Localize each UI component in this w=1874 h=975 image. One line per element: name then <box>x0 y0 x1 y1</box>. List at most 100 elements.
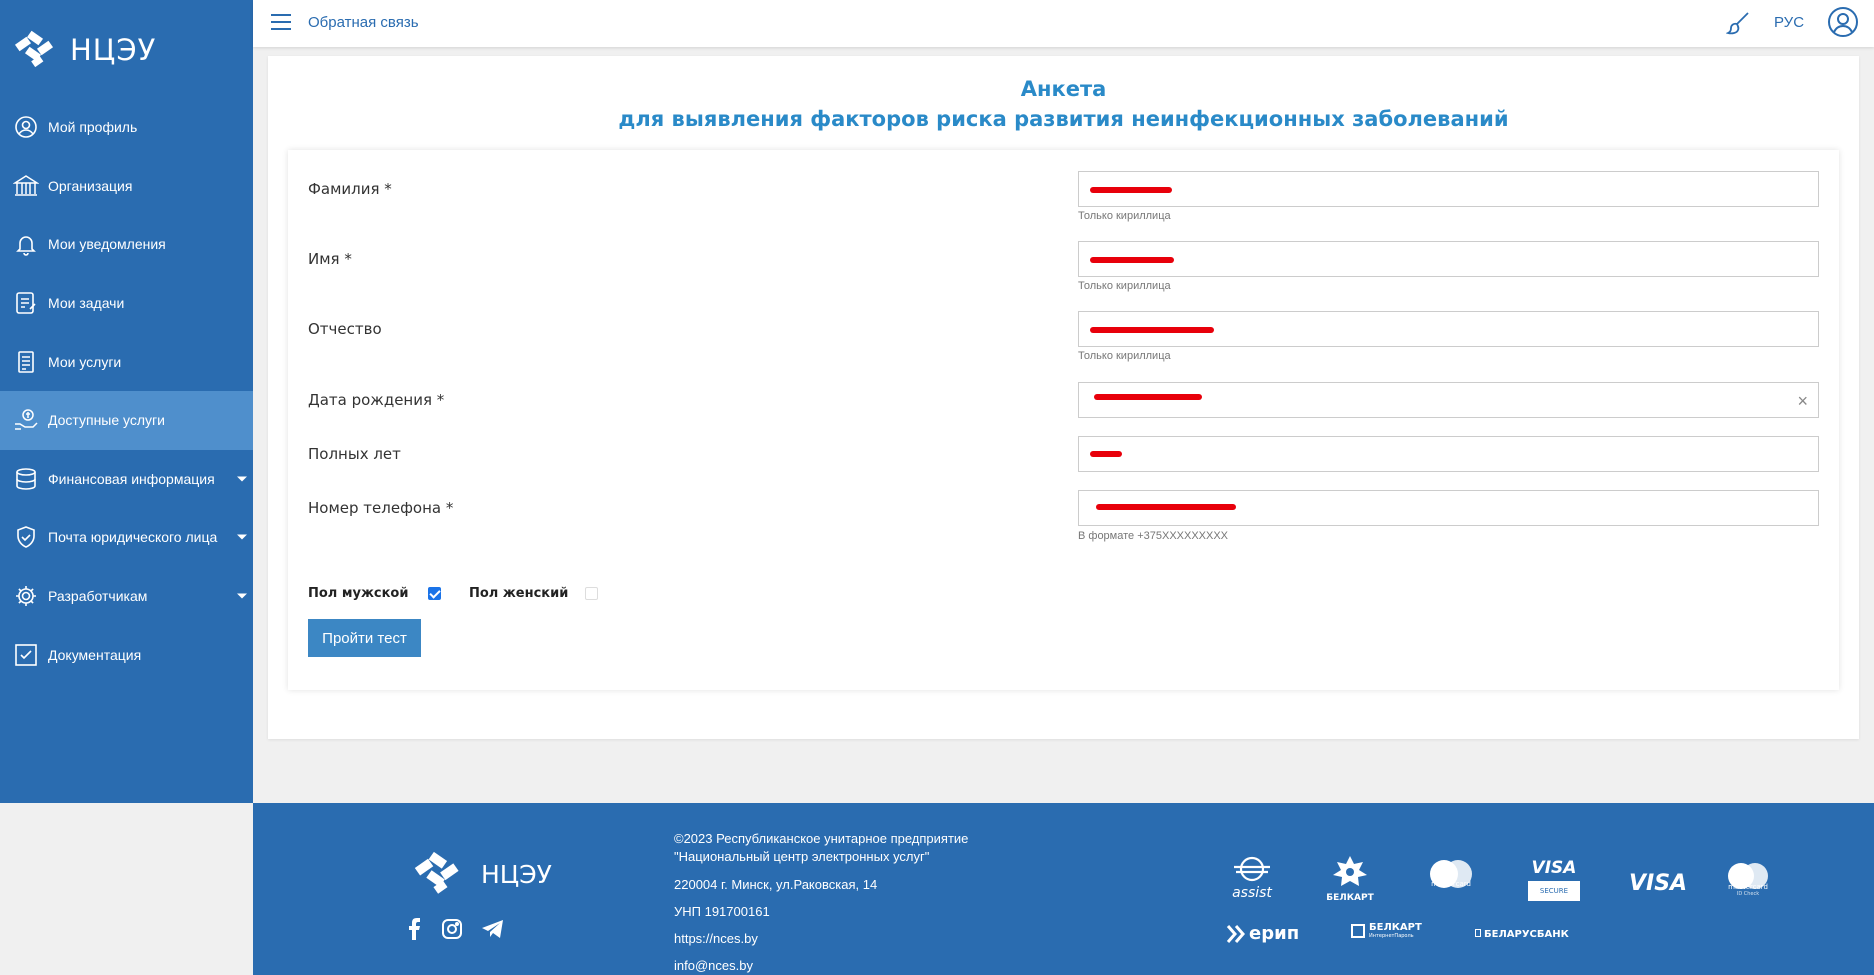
sidebar-item-label: Мой профиль <box>48 119 138 136</box>
sidebar-item-label: Разработчикам <box>48 588 148 605</box>
belkart-logo: БЕЛКАРТ <box>1325 855 1375 903</box>
visa-secure-bottom: SECURE <box>1528 881 1580 901</box>
questionnaire-form: Фамилия * Только кириллица Имя * Только … <box>288 150 1839 690</box>
sidebar-item-available-services[interactable]: Доступные услуги <box>0 390 253 450</box>
surname-field[interactable] <box>1078 171 1819 207</box>
instagram-icon[interactable] <box>440 917 464 941</box>
sidebar-item-label: Организация <box>48 177 133 194</box>
services-icon <box>12 348 40 376</box>
name-field[interactable] <box>1078 241 1819 277</box>
footer: НЦЭУ ©2023 Республиканское унитарное пре… <box>253 803 1874 975</box>
logo[interactable]: НЦЭУ <box>14 30 156 70</box>
sidebar-item-label: Доступные услуги <box>48 412 165 429</box>
belkart-ip-label: БЕЛКАРТ <box>1369 922 1422 933</box>
sidebar-item-documentation[interactable]: Документация <box>0 625 253 684</box>
sidebar: НЦЭУ Мой профиль Организация Мои уведомл… <box>0 0 253 803</box>
gender-female-label: Пол женский <box>469 586 569 601</box>
redaction-mark <box>1094 394 1202 400</box>
assist-logo: assist <box>1227 855 1277 901</box>
visa-secure-logo: VISA SECURE <box>1528 858 1580 901</box>
age-field[interactable] <box>1078 436 1819 472</box>
redaction-mark <box>1090 327 1214 333</box>
sidebar-item-organization[interactable]: Организация <box>0 157 253 216</box>
footer-unp: УНП 191700161 <box>674 904 770 919</box>
page-title: Анкета <box>1020 77 1107 101</box>
gender-female-checkbox[interactable] <box>585 587 598 600</box>
surname-label: Фамилия * <box>308 180 392 198</box>
footer-logo[interactable]: НЦЭУ <box>407 851 552 897</box>
name-hint: Только кириллица <box>1078 280 1171 292</box>
belkart-label: БЕЛКАРТ <box>1326 893 1374 903</box>
belarusbank-logo: БЕЛАРУСБАНК <box>1475 929 1569 940</box>
sidebar-item-developers[interactable]: Разработчикам <box>0 567 253 626</box>
belarusbank-label: БЕЛАРУСБАНК <box>1484 929 1569 940</box>
shield-icon <box>12 523 40 551</box>
take-test-button[interactable]: Пройти тест <box>308 619 421 657</box>
sidebar-item-label: Документация <box>48 646 142 663</box>
patronymic-label: Отчество <box>308 320 382 338</box>
sidebar-nav: Мой профиль Организация Мои уведомления … <box>0 98 253 684</box>
sidebar-item-label: Мои задачи <box>48 295 125 312</box>
mastercard-id-sub: ID Check <box>1736 891 1760 897</box>
footer-copyright: ©2023 Республиканское унитарное предприя… <box>674 831 969 846</box>
page-subtitle: для выявления факторов риска развития не… <box>618 107 1509 131</box>
mastercard-id-check-logo: mastercard ID Check <box>1720 861 1776 897</box>
mastercard-id-label: mastercard <box>1728 883 1768 891</box>
footer-address: 220004 г. Минск, ул.Раковская, 14 <box>674 877 878 892</box>
bell-icon <box>12 230 40 258</box>
hand-service-icon <box>12 406 40 434</box>
footer-email-link[interactable]: info@nces.by <box>674 958 753 973</box>
redaction-mark <box>1090 187 1172 193</box>
main-card: Анкета для выявления факторов риска разв… <box>268 56 1859 739</box>
age-label: Полных лет <box>308 445 401 463</box>
gender-male-checkbox[interactable] <box>428 587 441 600</box>
language-selector[interactable]: РУС <box>1774 14 1804 31</box>
phone-label: Номер телефона * <box>308 499 454 517</box>
sidebar-item-my-services[interactable]: Мои услуги <box>0 332 253 391</box>
gear-icon <box>12 582 40 610</box>
sidebar-item-my-profile[interactable]: Мой профиль <box>0 98 253 157</box>
caret-down-icon[interactable] <box>237 593 247 599</box>
erip-logo: ерип <box>1226 923 1299 944</box>
logo-icon <box>14 30 54 68</box>
name-label: Имя * <box>308 250 352 268</box>
facebook-icon[interactable] <box>402 917 426 941</box>
belkart-ip-sub: ИнтернетПароль <box>1369 933 1414 939</box>
caret-down-icon[interactable] <box>237 476 247 482</box>
sidebar-item-legal-mail[interactable]: Почта юридического лица <box>0 508 253 567</box>
belkart-ip-icon <box>1351 923 1365 938</box>
sidebar-item-label: Финансовая информация <box>48 470 215 487</box>
menu-icon[interactable] <box>271 14 291 32</box>
redaction-mark <box>1090 257 1174 263</box>
surname-hint: Только кириллица <box>1078 210 1171 222</box>
birthdate-field[interactable]: × <box>1078 382 1819 418</box>
erip-label: ерип <box>1249 923 1300 944</box>
assist-label: assist <box>1232 885 1272 901</box>
tasks-icon <box>12 289 40 317</box>
telegram-icon[interactable] <box>481 917 505 941</box>
clear-icon[interactable]: × <box>1797 391 1808 412</box>
visa-logo: VISA <box>1629 871 1688 896</box>
sidebar-item-tasks[interactable]: Мои задачи <box>0 274 253 333</box>
user-account-icon[interactable] <box>1827 6 1859 43</box>
footer-site-link[interactable]: https://nces.by <box>674 931 758 946</box>
database-icon <box>12 465 40 493</box>
sidebar-item-notifications[interactable]: Мои уведомления <box>0 215 253 274</box>
mastercard-label: mastercard <box>1431 880 1471 888</box>
footer-logo-text: НЦЭУ <box>481 859 552 889</box>
footer-company: "Национальный центр электронных услуг" <box>674 849 930 864</box>
sidebar-item-label: Мои уведомления <box>48 236 166 253</box>
building-icon <box>12 172 40 200</box>
top-bar: Обратная связь РУС <box>253 0 1874 47</box>
brush-icon[interactable] <box>1725 10 1752 41</box>
redaction-mark <box>1096 504 1236 510</box>
sidebar-item-financial-info[interactable]: Финансовая информация <box>0 450 253 509</box>
logo-icon <box>414 851 459 894</box>
feedback-link[interactable]: Обратная связь <box>308 14 419 31</box>
phone-hint: В формате +375XXXXXXXXX <box>1078 530 1229 542</box>
visa-secure-top: VISA <box>1531 858 1577 878</box>
belkart-internet-password-logo: БЕЛКАРТ ИнтернетПароль <box>1351 922 1422 939</box>
caret-down-icon[interactable] <box>237 534 247 540</box>
birthdate-label: Дата рождения * <box>308 391 445 409</box>
mastercard-logo: mastercard <box>1423 858 1479 888</box>
